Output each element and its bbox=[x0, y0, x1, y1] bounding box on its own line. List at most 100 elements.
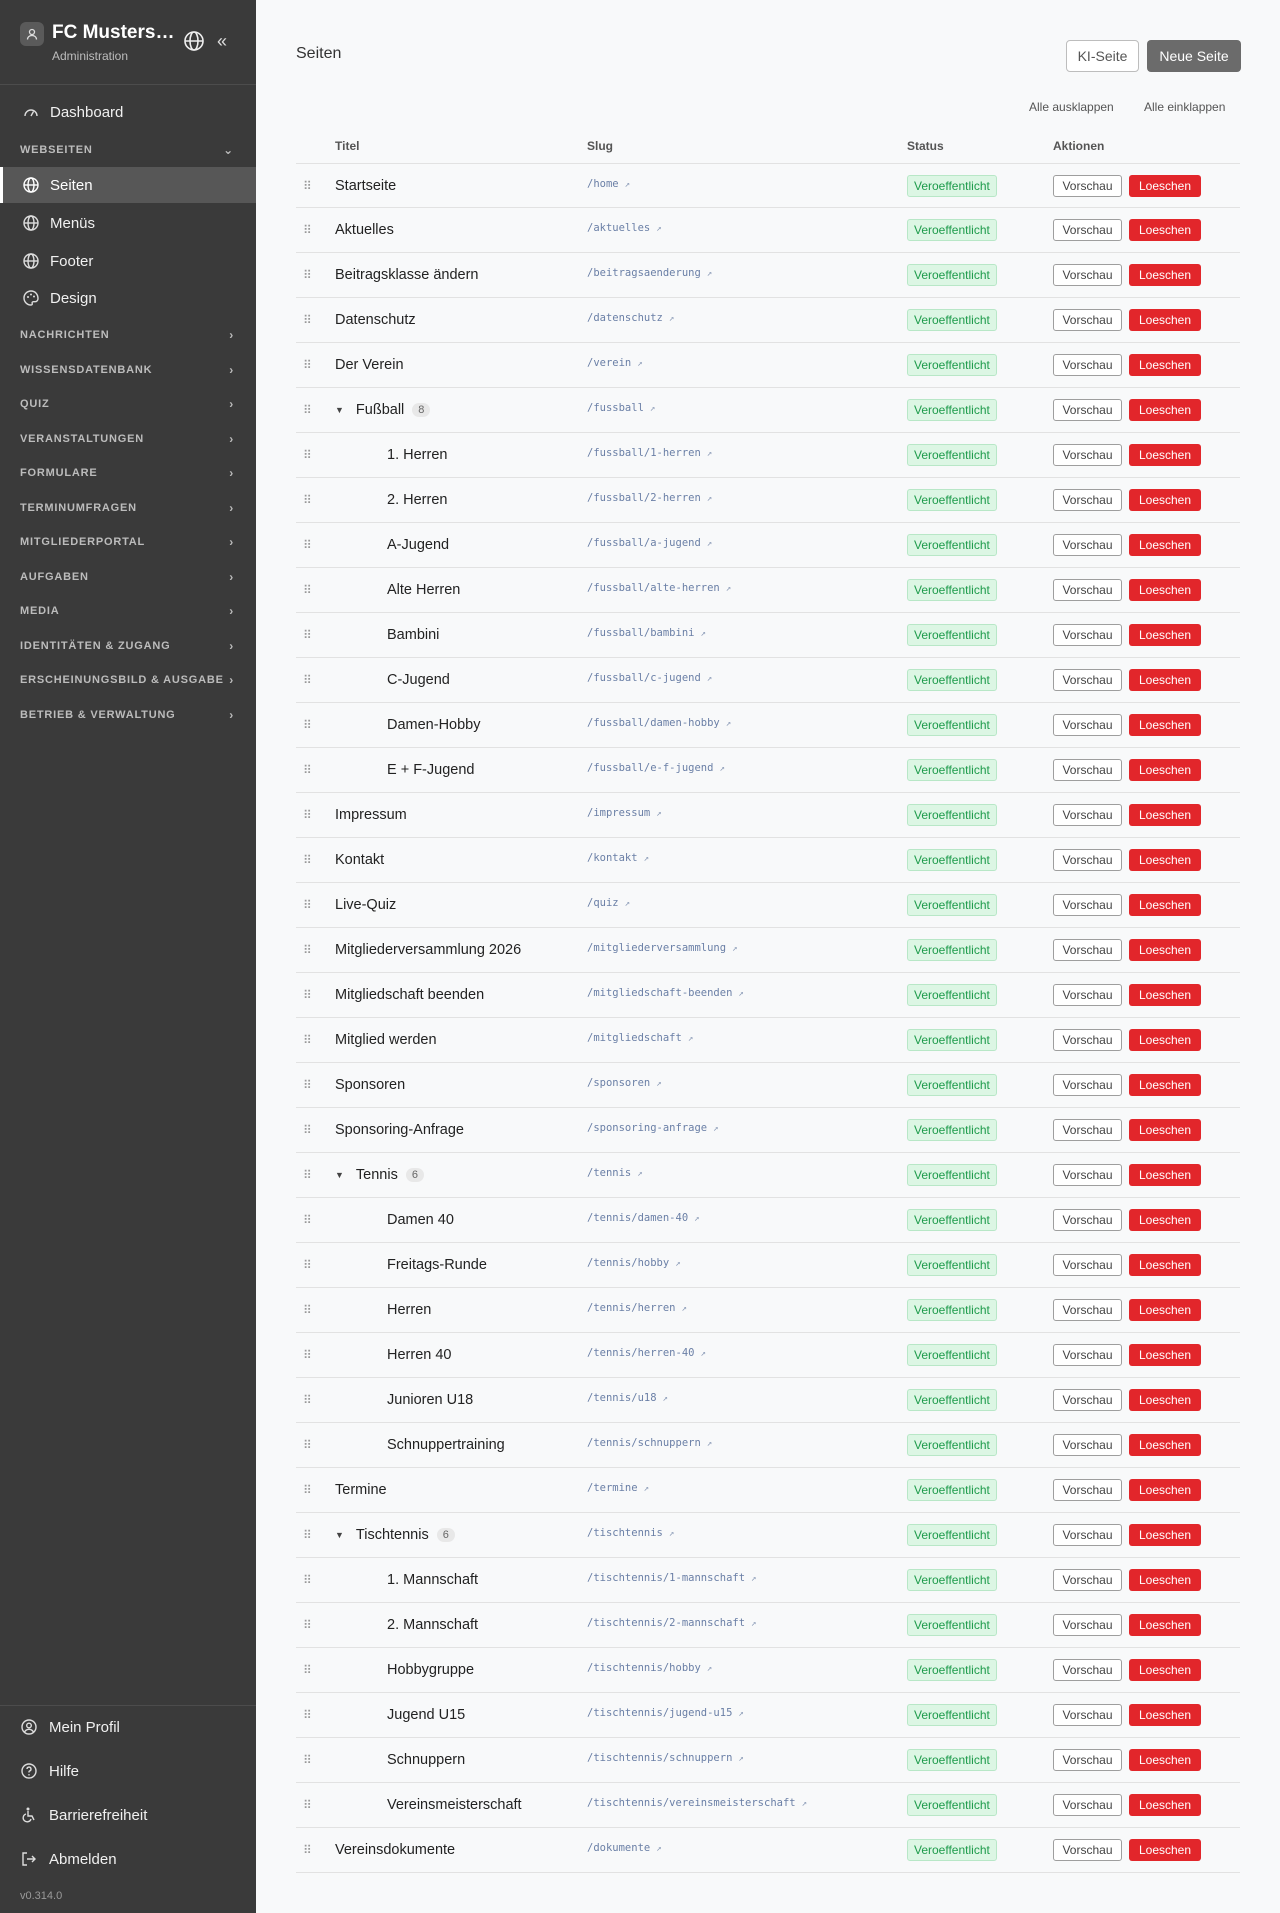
preview-button[interactable]: Vorschau bbox=[1053, 489, 1122, 511]
sidebar-item-menus[interactable]: Menüs bbox=[0, 205, 256, 241]
drag-handle-icon[interactable]: ⠿ bbox=[303, 358, 312, 372]
slug-link[interactable]: /tischtennis/vereinsmeisterschaft ↗ bbox=[587, 1797, 807, 1809]
delete-button[interactable]: Loeschen bbox=[1129, 309, 1201, 331]
delete-button[interactable]: Loeschen bbox=[1129, 444, 1201, 466]
logout-link[interactable]: Abmelden bbox=[0, 1839, 256, 1879]
delete-button[interactable]: Loeschen bbox=[1129, 1029, 1201, 1051]
delete-button[interactable]: Loeschen bbox=[1129, 1209, 1201, 1231]
slug-link[interactable]: /impressum ↗ bbox=[587, 807, 662, 819]
preview-button[interactable]: Vorschau bbox=[1053, 804, 1122, 826]
delete-button[interactable]: Loeschen bbox=[1129, 804, 1201, 826]
slug-link[interactable]: /kontakt ↗ bbox=[587, 852, 649, 864]
preview-button[interactable]: Vorschau bbox=[1053, 1344, 1122, 1366]
preview-button[interactable]: Vorschau bbox=[1053, 1029, 1122, 1051]
delete-button[interactable]: Loeschen bbox=[1129, 894, 1201, 916]
table-row[interactable]: ⠿ Jugend U15/tischtennis/jugend-u15 ↗ Veroe… bbox=[296, 1693, 1240, 1738]
table-row[interactable]: ⠿ Damen 40/tennis/damen-40 ↗ Veroeffentlich… bbox=[296, 1198, 1240, 1243]
preview-button[interactable]: Vorschau bbox=[1053, 849, 1122, 871]
slug-link[interactable]: /fussball/e-f-jugend ↗ bbox=[587, 762, 725, 774]
table-row[interactable]: ⠿ Bambini/fussball/bambini ↗ Veroeffentlich… bbox=[296, 613, 1240, 658]
drag-handle-icon[interactable]: ⠿ bbox=[303, 1573, 312, 1587]
table-row[interactable]: ⠿ C-Jugend/fussball/c-jugend ↗ Veroeffentli… bbox=[296, 658, 1240, 703]
drag-handle-icon[interactable]: ⠿ bbox=[303, 538, 312, 552]
slug-link[interactable]: /home ↗ bbox=[587, 178, 630, 190]
table-row[interactable]: ⠿ Sponsoren/sponsoren ↗ Veroeffentlicht Vors… bbox=[296, 1063, 1240, 1108]
delete-button[interactable]: Loeschen bbox=[1129, 759, 1201, 781]
drag-handle-icon[interactable]: ⠿ bbox=[303, 1348, 312, 1362]
slug-link[interactable]: /tischtennis/hobby ↗ bbox=[587, 1662, 712, 1674]
slug-link[interactable]: /mitgliederversammlung ↗ bbox=[587, 942, 738, 954]
slug-link[interactable]: /datenschutz ↗ bbox=[587, 312, 674, 324]
table-row[interactable]: ⠿ Hobbygruppe/tischtennis/hobby ↗ Veroeffen… bbox=[296, 1648, 1240, 1693]
delete-button[interactable]: Loeschen bbox=[1129, 939, 1201, 961]
nav-section-erscheinungsbild[interactable]: ERSCHEINUNGSBILD & AUSGABE › bbox=[0, 665, 256, 695]
preview-button[interactable]: Vorschau bbox=[1053, 1839, 1122, 1861]
nav-section-webseiten[interactable]: WEBSEITEN ⌄ bbox=[0, 135, 256, 165]
drag-handle-icon[interactable]: ⠿ bbox=[303, 493, 312, 507]
table-row[interactable]: ⠿ A-Jugend/fussball/a-jugend ↗ Veroeffentli… bbox=[296, 523, 1240, 568]
slug-link[interactable]: /tennis/damen-40 ↗ bbox=[587, 1212, 700, 1224]
slug-link[interactable]: /tischtennis/2-mannschaft ↗ bbox=[587, 1617, 756, 1629]
preview-button[interactable]: Vorschau bbox=[1053, 894, 1122, 916]
table-row[interactable]: ⠿ Beitragsklasse ändern/beitragsaenderung… bbox=[296, 253, 1240, 298]
drag-handle-icon[interactable]: ⠿ bbox=[303, 808, 312, 822]
drag-handle-icon[interactable]: ⠿ bbox=[303, 1123, 312, 1137]
drag-handle-icon[interactable]: ⠿ bbox=[303, 718, 312, 732]
delete-button[interactable]: Loeschen bbox=[1129, 1569, 1201, 1591]
delete-button[interactable]: Loeschen bbox=[1129, 1164, 1201, 1186]
collapse-sidebar-icon[interactable]: « bbox=[217, 31, 235, 51]
table-row[interactable]: ⠿ ▼ Tischtennis 6/tischtennis ↗ Veroeffentlic… bbox=[296, 1513, 1240, 1558]
table-row[interactable]: ⠿ Termine/termine ↗ Veroeffentlicht Vorschau… bbox=[296, 1468, 1240, 1513]
preview-button[interactable]: Vorschau bbox=[1053, 534, 1122, 556]
delete-button[interactable]: Loeschen bbox=[1129, 1839, 1201, 1861]
delete-button[interactable]: Loeschen bbox=[1129, 1524, 1201, 1546]
table-row[interactable]: ⠿ Damen-Hobby/fussball/damen-hobby ↗ Veroef… bbox=[296, 703, 1240, 748]
preview-button[interactable]: Vorschau bbox=[1053, 1164, 1122, 1186]
delete-button[interactable]: Loeschen bbox=[1129, 984, 1201, 1006]
slug-link[interactable]: /tennis/hobby ↗ bbox=[587, 1257, 681, 1269]
drag-handle-icon[interactable]: ⠿ bbox=[303, 583, 312, 597]
drag-handle-icon[interactable]: ⠿ bbox=[303, 1213, 312, 1227]
drag-handle-icon[interactable]: ⠿ bbox=[303, 628, 312, 642]
drag-handle-icon[interactable]: ⠿ bbox=[303, 1528, 312, 1542]
delete-button[interactable]: Loeschen bbox=[1129, 354, 1201, 376]
drag-handle-icon[interactable]: ⠿ bbox=[303, 1078, 312, 1092]
accessibility-link[interactable]: Barrierefreiheit bbox=[0, 1795, 256, 1835]
preview-button[interactable]: Vorschau bbox=[1053, 759, 1122, 781]
table-row[interactable]: ⠿ 2. Herren/fussball/2-herren ↗ Veroeffentl… bbox=[296, 478, 1240, 523]
preview-button[interactable]: Vorschau bbox=[1053, 669, 1122, 691]
sidebar-item-seiten[interactable]: Seiten bbox=[0, 167, 256, 203]
preview-button[interactable]: Vorschau bbox=[1053, 624, 1122, 646]
drag-handle-icon[interactable]: ⠿ bbox=[303, 1393, 312, 1407]
delete-button[interactable]: Loeschen bbox=[1129, 849, 1201, 871]
preview-button[interactable]: Vorschau bbox=[1053, 175, 1122, 197]
drag-handle-icon[interactable]: ⠿ bbox=[303, 179, 312, 193]
table-row[interactable]: ⠿ Kontakt/kontakt ↗ Veroeffentlicht Vorschau… bbox=[296, 838, 1240, 883]
slug-link[interactable]: /fussball/damen-hobby ↗ bbox=[587, 717, 731, 729]
preview-button[interactable]: Vorschau bbox=[1053, 1614, 1122, 1636]
table-row[interactable]: ⠿ Mitgliedschaft beenden/mitgliedschaft-b… bbox=[296, 973, 1240, 1018]
drag-handle-icon[interactable]: ⠿ bbox=[303, 1483, 312, 1497]
preview-button[interactable]: Vorschau bbox=[1053, 309, 1122, 331]
drag-handle-icon[interactable]: ⠿ bbox=[303, 313, 312, 327]
drag-handle-icon[interactable]: ⠿ bbox=[303, 1798, 312, 1812]
table-row[interactable]: ⠿ Live-Quiz/quiz ↗ Veroeffentlicht Vorschau L… bbox=[296, 883, 1240, 928]
nav-section-betrieb[interactable]: BETRIEB & VERWALTUNG › bbox=[0, 700, 256, 730]
preview-button[interactable]: Vorschau bbox=[1053, 1749, 1122, 1771]
new-page-button[interactable]: Neue Seite bbox=[1147, 40, 1241, 72]
drag-handle-icon[interactable]: ⠿ bbox=[303, 403, 312, 417]
preview-button[interactable]: Vorschau bbox=[1053, 1704, 1122, 1726]
collapse-all-link[interactable]: Alle einklappen bbox=[1144, 100, 1225, 114]
table-row[interactable]: ⠿ 2. Mannschaft/tischtennis/2-mannschaft ↗… bbox=[296, 1603, 1240, 1648]
delete-button[interactable]: Loeschen bbox=[1129, 264, 1201, 286]
delete-button[interactable]: Loeschen bbox=[1129, 1749, 1201, 1771]
drag-handle-icon[interactable]: ⠿ bbox=[303, 268, 312, 282]
drag-handle-icon[interactable]: ⠿ bbox=[303, 988, 312, 1002]
drag-handle-icon[interactable]: ⠿ bbox=[303, 1303, 312, 1317]
table-row[interactable]: ⠿ Mitgliederversammlung 2026/mitgliederve… bbox=[296, 928, 1240, 973]
slug-link[interactable]: /tischtennis/1-mannschaft ↗ bbox=[587, 1572, 756, 1584]
drag-handle-icon[interactable]: ⠿ bbox=[303, 1843, 312, 1857]
nav-section-identitaeten[interactable]: IDENTITÄTEN & ZUGANG › bbox=[0, 631, 256, 661]
preview-button[interactable]: Vorschau bbox=[1053, 939, 1122, 961]
nav-section-mitgliederportal[interactable]: MITGLIEDERPORTAL › bbox=[0, 527, 256, 557]
